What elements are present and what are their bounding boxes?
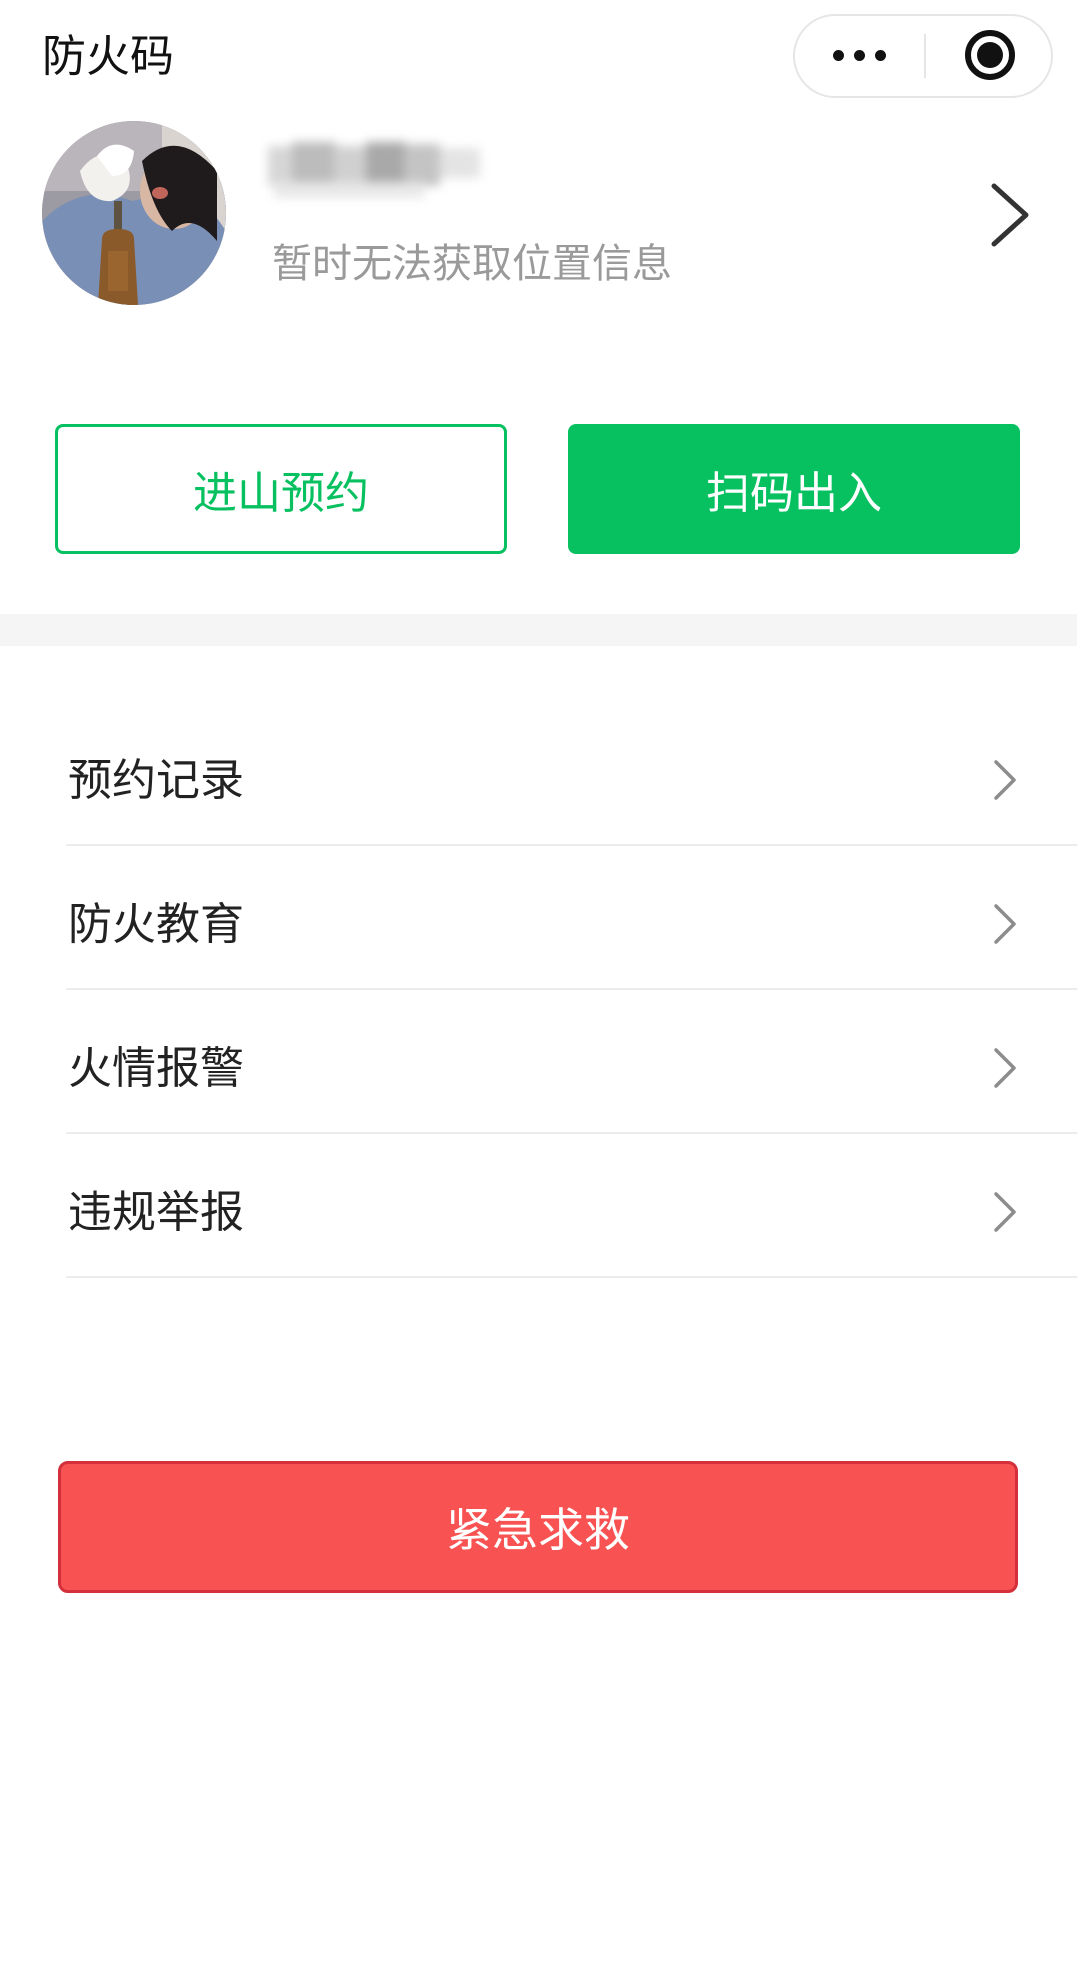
avatar[interactable] [42,121,226,305]
chevron-right-icon[interactable] [984,180,1044,250]
list-divider [66,1276,1077,1278]
menu-item-reservation-records[interactable]: 预约记录 [0,702,1077,846]
menu-item-fire-alarm[interactable]: 火情报警 [0,990,1077,1134]
menu-item-label: 防火教育 [68,899,244,950]
chevron-right-icon [990,1046,1020,1090]
menu-item-fire-education[interactable]: 防火教育 [0,846,1077,990]
menu-item-label: 火情报警 [68,1043,244,1094]
profile-card[interactable]: 暂时无法获取位置信息 [0,110,1077,320]
page-title: 防火码 [42,31,174,82]
chevron-right-icon [990,1190,1020,1234]
menu-item-label: 预约记录 [68,755,244,806]
close-button[interactable] [925,16,1053,96]
more-button[interactable] [795,16,925,96]
scan-entry-button[interactable]: 扫码出入 [568,424,1020,554]
username-blurred [248,138,510,202]
chevron-right-icon [990,758,1020,802]
mountain-reservation-button[interactable]: 进山预约 [55,424,507,554]
menu-item-violation-report[interactable]: 违规举报 [0,1134,1077,1278]
chevron-right-icon [990,902,1020,946]
emergency-rescue-button[interactable]: 紧急求救 [58,1461,1018,1593]
location-status: 暂时无法获取位置信息 [272,241,672,287]
menu-item-label: 违规举报 [68,1187,244,1238]
menu-list: 预约记录 防火教育 火情报警 违规举报 [0,702,1077,1278]
section-divider [0,614,1077,646]
miniprogram-capsule [793,14,1053,98]
